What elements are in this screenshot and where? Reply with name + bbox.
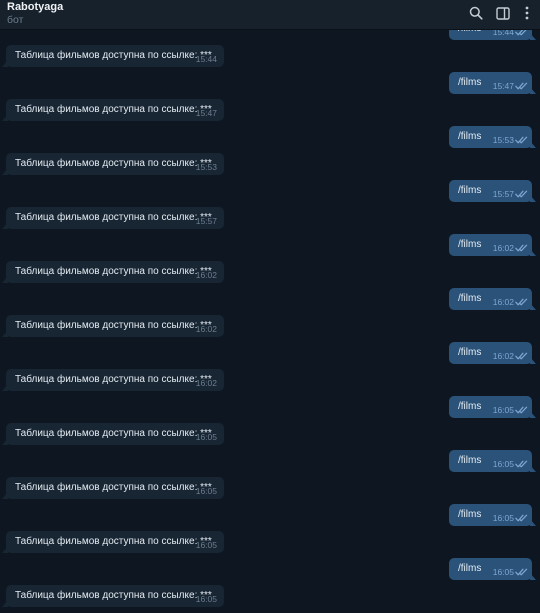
outgoing-message[interactable]: /films 16:02 [449, 288, 536, 310]
message-text: /films [458, 239, 482, 250]
outgoing-message[interactable]: /films 16:05 [449, 450, 536, 472]
message-text: Таблица фильмов доступна по ссылке: *** [15, 428, 212, 439]
incoming-message[interactable]: Таблица фильмов доступна по ссылке: *** 1… [2, 315, 224, 337]
message-time: 16:05 [195, 486, 217, 496]
message-text: Таблица фильмов доступна по ссылке: *** [15, 374, 212, 385]
message-text: /films [458, 509, 482, 520]
incoming-message[interactable]: Таблица фильмов доступна по ссылке: *** 1… [2, 477, 224, 499]
message-time: 16:05 [492, 405, 514, 415]
chat-title[interactable]: Rabotyaga [7, 1, 63, 14]
message-text: Таблица фильмов доступна по ссылке: *** [15, 536, 212, 547]
message-time: 15:47 [492, 81, 514, 91]
message-time: 16:02 [195, 378, 217, 388]
incoming-message[interactable]: Таблица фильмов доступна по ссылке: *** 1… [2, 45, 224, 67]
more-menu-icon[interactable] [518, 4, 536, 22]
read-checkmarks-icon [515, 298, 528, 306]
message-text: /films [458, 347, 482, 358]
message-time: 15:44 [195, 54, 217, 64]
message-text: Таблица фильмов доступна по ссылке: *** [15, 158, 212, 169]
message-text: /films [458, 401, 482, 412]
outgoing-message[interactable]: /films 16:05 [449, 396, 536, 418]
read-checkmarks-icon [515, 190, 528, 198]
message-text: /films [458, 185, 482, 196]
message-text: /films [458, 293, 482, 304]
message-time: 16:05 [195, 432, 217, 442]
message-time: 15:47 [195, 108, 217, 118]
message-time: 15:57 [492, 189, 514, 199]
incoming-message[interactable]: Таблица фильмов доступна по ссылке: *** 1… [2, 153, 224, 175]
message-text: Таблица фильмов доступна по ссылке: *** [15, 320, 212, 331]
incoming-message[interactable]: Таблица фильмов доступна по ссылке: *** 1… [2, 423, 224, 445]
message-text: Таблица фильмов доступна по ссылке: *** [15, 482, 212, 493]
message-time: 16:05 [492, 567, 514, 577]
message-text: Таблица фильмов доступна по ссылке: *** [15, 104, 212, 115]
message-time: 16:05 [195, 540, 217, 550]
outgoing-message[interactable]: /films 15:47 [449, 72, 536, 94]
message-time: 15:53 [195, 162, 217, 172]
message-time: 15:57 [195, 216, 217, 226]
message-time: 16:05 [492, 513, 514, 523]
incoming-message[interactable]: Таблица фильмов доступна по ссылке: *** 1… [2, 261, 224, 283]
incoming-message[interactable]: Таблица фильмов доступна по ссылке: *** 1… [2, 585, 224, 607]
message-time: 16:02 [195, 270, 217, 280]
message-text: Таблица фильмов доступна по ссылке: *** [15, 50, 212, 61]
incoming-message[interactable]: Таблица фильмов доступна по ссылке: *** 1… [2, 531, 224, 553]
incoming-message[interactable]: Таблица фильмов доступна по ссылке: *** 1… [2, 369, 224, 391]
read-checkmarks-icon [515, 352, 528, 360]
read-checkmarks-icon [515, 136, 528, 144]
incoming-message[interactable]: Таблица фильмов доступна по ссылке: *** 1… [2, 207, 224, 229]
message-time: 16:05 [492, 459, 514, 469]
message-time: 16:02 [492, 351, 514, 361]
message-text: /films [458, 77, 482, 88]
message-list[interactable]: /films15:44Таблица фильмов доступна по с… [0, 0, 540, 613]
chat-header: Rabotyaga бот [0, 0, 540, 30]
outgoing-message[interactable]: /films 16:05 [449, 558, 536, 580]
message-text: Таблица фильмов доступна по ссылке: *** [15, 212, 212, 223]
message-text: Таблица фильмов доступна по ссылке: *** [15, 590, 212, 601]
outgoing-message[interactable]: /films 16:02 [449, 234, 536, 256]
search-icon[interactable] [467, 4, 485, 22]
read-checkmarks-icon [515, 406, 528, 414]
outgoing-message[interactable]: /films 15:53 [449, 126, 536, 148]
message-text: Таблица фильмов доступна по ссылке: *** [15, 266, 212, 277]
message-text: /films [458, 563, 482, 574]
incoming-message[interactable]: Таблица фильмов доступна по ссылке: *** 1… [2, 99, 224, 121]
message-time: 16:02 [492, 243, 514, 253]
message-time: 16:02 [195, 324, 217, 334]
outgoing-message[interactable]: /films 16:02 [449, 342, 536, 364]
chat-status: бот [7, 14, 24, 26]
read-checkmarks-icon [515, 514, 528, 522]
outgoing-message[interactable]: /films 15:57 [449, 180, 536, 202]
message-time: 16:05 [195, 594, 217, 604]
message-time: 15:53 [492, 135, 514, 145]
read-checkmarks-icon [515, 460, 528, 468]
sidebar-toggle-icon[interactable] [494, 4, 512, 22]
message-text: /films [458, 455, 482, 466]
message-time: 16:02 [492, 297, 514, 307]
outgoing-message[interactable]: /films 16:05 [449, 504, 536, 526]
read-checkmarks-icon [515, 244, 528, 252]
message-text: /films [458, 131, 482, 142]
read-checkmarks-icon [515, 568, 528, 576]
read-checkmarks-icon [515, 82, 528, 90]
